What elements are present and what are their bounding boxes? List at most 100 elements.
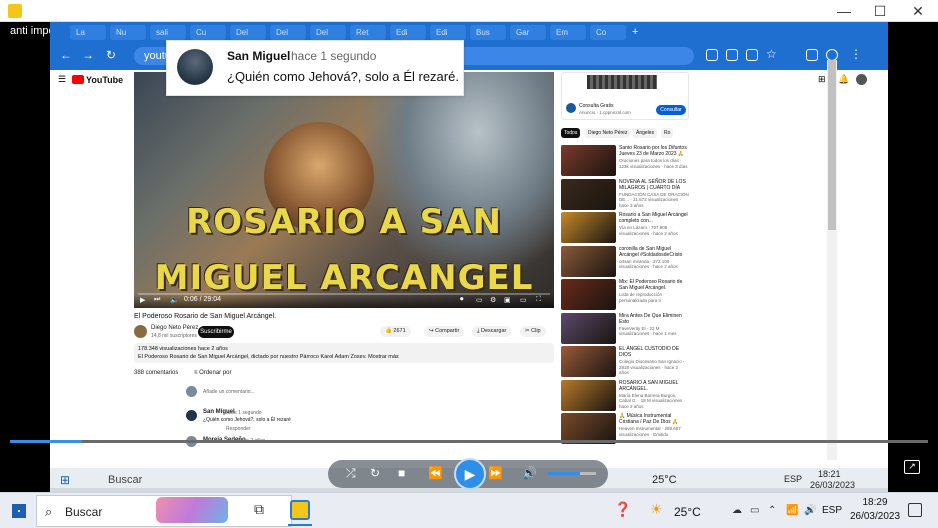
browser-tab[interactable]: Del: [310, 25, 346, 40]
reply-button[interactable]: Responder: [226, 426, 250, 432]
chip-all[interactable]: Todos: [561, 128, 581, 138]
reload-icon[interactable]: ↻: [106, 48, 116, 62]
temperature[interactable]: 25°C: [674, 505, 701, 519]
browser-tab[interactable]: Em: [550, 25, 586, 40]
play-icon[interactable]: ▶: [140, 296, 145, 304]
monitor-icon[interactable]: ▭: [750, 505, 768, 523]
channel-avatar[interactable]: [134, 325, 147, 338]
clock-time[interactable]: 18:29: [852, 497, 898, 508]
next-icon[interactable]: ⏭: [154, 296, 160, 304]
browser-tab[interactable]: sali: [150, 25, 186, 40]
browser-tab[interactable]: Del: [270, 25, 306, 40]
browser-tab[interactable]: Ret: [350, 25, 386, 40]
translate-icon[interactable]: [726, 49, 738, 61]
fullscreen-icon[interactable]: ⛶: [536, 296, 541, 304]
wifi-icon[interactable]: 📶: [786, 505, 804, 523]
search-highlight-image[interactable]: [156, 497, 228, 523]
video-player[interactable]: ROSARIO A SAN MIGUEL ARCANGEL ▶ ⏭ 🔈 0:06…: [134, 72, 554, 308]
add-comment-input[interactable]: Añade un comentario...: [203, 389, 255, 395]
volume-icon[interactable]: 🔈: [170, 296, 179, 304]
channel-name[interactable]: Diego Neto Pérez: [151, 325, 198, 331]
browser-tab[interactable]: Cu: [190, 25, 226, 40]
rewind-icon[interactable]: ⏪: [428, 466, 443, 480]
download-button[interactable]: ⤓ Descargar: [472, 326, 512, 337]
browser-tab[interactable]: Edi: [390, 25, 426, 40]
browser-tab[interactable]: Del: [230, 25, 266, 40]
browser-tab[interactable]: Bus: [470, 25, 506, 40]
menu-dots-icon[interactable]: ⋮: [850, 47, 862, 61]
chip-angeles[interactable]: Ángeles: [633, 128, 658, 138]
media-seek-bar[interactable]: [10, 440, 928, 443]
video-thumbnail[interactable]: [561, 312, 616, 344]
recommended-video[interactable]: ROSARIO A SAN MIGUEL ARCÁNGEL. María Elen…: [561, 379, 689, 413]
recommended-video[interactable]: Santo Rosario por los Difuntos Jueves 23…: [561, 145, 689, 178]
new-tab-button[interactable]: +: [630, 25, 646, 40]
back-icon[interactable]: ←: [60, 48, 72, 62]
recommended-video[interactable]: coronilla de San Miguel Arcángel #Soldad…: [561, 245, 689, 279]
video-thumbnail[interactable]: [561, 145, 616, 176]
video-thumbnail[interactable]: [561, 245, 616, 277]
avatar[interactable]: [856, 74, 867, 85]
notification-icon[interactable]: [908, 503, 922, 517]
chip-ro[interactable]: Ro: [661, 128, 674, 138]
windows-start-icon[interactable]: [12, 504, 26, 518]
player-app-icon[interactable]: [290, 500, 310, 520]
recommended-video[interactable]: Mix: El Poderoso Rosario de San Miguel A…: [561, 279, 689, 312]
like-button[interactable]: 👍 2671: [380, 326, 411, 337]
autoplay-toggle-icon[interactable]: ⏺: [460, 296, 464, 304]
ad-cta-button[interactable]: Consultar: [656, 105, 686, 115]
shuffle-icon[interactable]: ⤮: [346, 466, 356, 481]
cloud-icon[interactable]: ☁: [732, 505, 750, 523]
settings-gear-icon[interactable]: ⚙: [490, 296, 496, 304]
close-button[interactable]: ✕: [900, 2, 936, 20]
speaker-icon[interactable]: 🔊: [522, 466, 537, 480]
bookmark-star-icon[interactable]: ☆: [766, 47, 777, 61]
theater-icon[interactable]: ▭: [520, 296, 527, 304]
subscribe-button[interactable]: Suscribirme: [198, 326, 234, 338]
video-thumbnail[interactable]: [561, 212, 616, 243]
recommended-video[interactable]: EL ÁNGEL CUSTODIO DE DIOS Colegio Diocesa…: [561, 346, 689, 379]
recommended-video[interactable]: NOVENA AL SEÑOR DE LOS MILAGROS | CUARTO…: [561, 178, 689, 212]
extension-icon[interactable]: [706, 49, 718, 61]
fast-forward-icon[interactable]: ⏩: [488, 466, 503, 480]
captions-icon[interactable]: ▭: [476, 296, 483, 304]
input-language[interactable]: ESP: [822, 505, 842, 516]
tray-chevron-icon[interactable]: ⌃: [768, 505, 786, 523]
expand-icon[interactable]: ↗: [904, 460, 920, 474]
repeat-icon[interactable]: ↻: [370, 466, 380, 480]
minimize-button[interactable]: —: [826, 2, 862, 20]
sidebar-icon[interactable]: [806, 49, 818, 61]
video-thumbnail[interactable]: [561, 379, 616, 411]
share-button[interactable]: ↪ Compartir: [424, 326, 465, 337]
share-icon[interactable]: [746, 49, 758, 61]
volume-icon[interactable]: 🔊: [804, 505, 822, 523]
hamburger-icon[interactable]: ☰: [58, 74, 66, 85]
browser-tab[interactable]: Nu: [110, 25, 146, 40]
sort-comments-button[interactable]: ≡ Ordenar por: [194, 370, 232, 376]
clock-date[interactable]: 26/03/2023: [846, 511, 904, 522]
recommended-video[interactable]: Rosario a San Miguel Arcángel completo c…: [561, 212, 689, 245]
browser-tab[interactable]: Edi: [430, 25, 466, 40]
play-pause-button[interactable]: ▶: [454, 458, 486, 490]
forward-icon[interactable]: →: [82, 48, 94, 62]
bell-icon[interactable]: 🔔: [838, 74, 849, 85]
chip-channel[interactable]: Diego Neto Pérez: [585, 128, 631, 138]
youtube-logo[interactable]: YouTube: [72, 75, 123, 85]
video-thumbnail[interactable]: [561, 346, 616, 377]
video-thumbnail[interactable]: [561, 279, 616, 310]
miniplayer-icon[interactable]: ▣: [504, 296, 511, 304]
stop-icon[interactable]: ■: [398, 466, 405, 480]
maximize-button[interactable]: ☐: [862, 2, 898, 20]
task-view-icon[interactable]: ⧉: [254, 501, 272, 519]
browser-tab[interactable]: La: [70, 25, 106, 40]
recommended-video[interactable]: Mira Antes De Que Eliminen Esto FaveVerit…: [561, 312, 689, 346]
browser-tab[interactable]: Co: [590, 25, 626, 40]
clip-button[interactable]: ✂ Clip: [520, 326, 546, 337]
ad-card[interactable]: Consulta Gratis Anuncio · 1.cppnicral.co…: [561, 72, 689, 120]
help-icon[interactable]: ❓: [614, 501, 632, 519]
create-icon[interactable]: ⊞: [818, 74, 826, 85]
scrollbar-thumb[interactable]: [828, 60, 836, 230]
weather-icon[interactable]: ☀: [650, 501, 668, 519]
browser-tab[interactable]: Gar: [510, 25, 546, 40]
video-thumbnail[interactable]: [561, 178, 616, 210]
